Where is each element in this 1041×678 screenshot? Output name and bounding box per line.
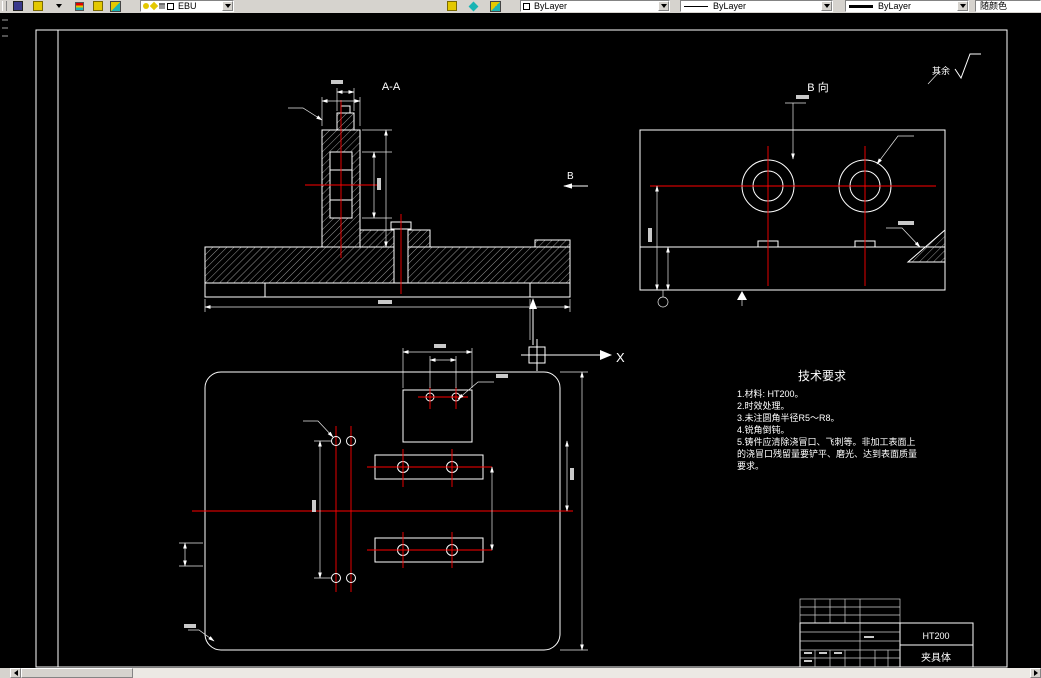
tech-req-line: 5.铸件应清除浇冒口、飞刺等。非加工表面上 xyxy=(737,436,916,447)
drawing-area[interactable]: A-A B B 向 其余 X 技术要求 1.材料: HT200。 2.时效处理。… xyxy=(0,13,1041,668)
toolbar-icon-button[interactable] xyxy=(10,0,25,12)
horizontal-scrollbar[interactable] xyxy=(10,668,1041,678)
toolbar-icon-button[interactable] xyxy=(30,0,45,12)
b-direction-arrow: B xyxy=(563,171,588,189)
render-icon xyxy=(490,0,501,12)
lineweight-combo-value: ByLayer xyxy=(878,1,912,11)
scroll-right-button[interactable] xyxy=(1030,668,1041,678)
layer-combo[interactable]: EBU xyxy=(140,0,234,12)
plan-view xyxy=(179,344,588,651)
section-view-aa: A-A xyxy=(204,80,571,340)
x-axis-arrow-icon xyxy=(600,350,612,360)
plot-style-combo[interactable]: 随颜色 xyxy=(975,0,1041,12)
ucs-icon: X xyxy=(521,298,625,371)
tech-req-line: 要求。 xyxy=(737,460,764,471)
layer-current-icon xyxy=(92,1,103,11)
lineweight-combo-arrow[interactable] xyxy=(957,1,968,11)
render-button[interactable] xyxy=(488,0,503,12)
scroll-left-button[interactable] xyxy=(10,668,21,678)
chevron-down-icon xyxy=(224,4,231,8)
3d-orbit-icon xyxy=(468,1,479,11)
tech-req-line: 的浇冒口残留量要铲平、磨光、达到表面质量 xyxy=(737,448,917,459)
named-views-button[interactable] xyxy=(444,0,459,12)
tech-req-line: 1.材料: HT200。 xyxy=(737,388,804,399)
chevron-down-icon xyxy=(660,4,667,8)
sheet-frame xyxy=(35,29,1008,668)
linetype-sample-icon xyxy=(684,5,708,7)
layer-color-swatch xyxy=(167,2,174,10)
lineweight-sample-icon xyxy=(849,4,873,8)
tool-icon xyxy=(12,1,23,11)
plot-style-combo-value: 随颜色 xyxy=(980,1,1008,11)
linetype-combo-arrow[interactable] xyxy=(821,1,832,11)
title-block: HT200 夹具体 xyxy=(799,598,974,668)
layer-previous-button[interactable] xyxy=(108,0,123,12)
make-layer-current-button[interactable] xyxy=(90,0,105,12)
layer-combo-value: EBU xyxy=(178,1,197,11)
surface-finish-note: 其余 xyxy=(927,53,981,85)
layer-freeze-sun-icon xyxy=(149,1,159,11)
color-combo[interactable]: ByLayer xyxy=(520,0,670,12)
view-b: B 向 xyxy=(639,80,946,308)
toolbar-grip[interactable] xyxy=(2,1,7,11)
layer-previous-icon xyxy=(110,0,121,12)
tool-icon xyxy=(32,1,43,11)
lineweight-combo[interactable]: ByLayer xyxy=(845,0,969,12)
3d-orbit-button[interactable] xyxy=(466,0,481,12)
color-combo-arrow[interactable] xyxy=(658,1,669,11)
named-views-icon xyxy=(446,1,457,11)
title-block-material: HT200 xyxy=(922,631,949,641)
color-combo-value: ByLayer xyxy=(534,1,568,11)
tech-req-title: 技术要求 xyxy=(798,369,846,383)
ucs-x-label: X xyxy=(616,350,625,365)
tech-req-line: 2.时效处理。 xyxy=(737,400,790,411)
b-arrow-label: B xyxy=(567,171,574,182)
linetype-combo-value: ByLayer xyxy=(713,1,747,11)
title-block-part-name: 夹具体 xyxy=(921,651,951,664)
section-view-label: A-A xyxy=(382,81,401,93)
chevron-down-icon xyxy=(959,4,966,8)
view-b-label: B 向 xyxy=(807,80,828,94)
scrollbar-thumb[interactable] xyxy=(21,668,133,678)
tech-req-line: 4.锐角倒钝。 xyxy=(737,424,790,435)
technical-requirements: 技术要求 1.材料: HT200。 2.时效处理。 3.未注圆角半径R5～R8。… xyxy=(737,369,917,471)
tech-req-line: 3.未注圆角半径R5～R8。 xyxy=(737,412,840,423)
arrow-right-icon xyxy=(1033,670,1038,676)
layer-combo-arrow[interactable] xyxy=(222,1,233,11)
left-edge-marks xyxy=(2,19,8,37)
surface-note-label: 其余 xyxy=(932,65,950,76)
arrow-left-icon xyxy=(13,670,18,676)
scrollbar-corner xyxy=(0,668,10,678)
current-color-swatch xyxy=(523,2,530,10)
roughness-symbol-icon xyxy=(954,53,981,80)
linetype-combo[interactable]: ByLayer xyxy=(680,0,833,12)
object-properties-toolbar: EBU ByLayer ByLayer ByLayer 随颜色 xyxy=(0,0,1041,13)
layer-lock-icon xyxy=(159,3,165,9)
toolbar-overflow-button[interactable] xyxy=(52,0,65,12)
layer-properties-button[interactable] xyxy=(72,0,87,12)
layer-on-bulb-icon xyxy=(143,3,149,9)
chevron-down-icon xyxy=(823,4,830,8)
chevron-down-icon xyxy=(55,4,62,8)
layers-icon xyxy=(75,1,84,11)
